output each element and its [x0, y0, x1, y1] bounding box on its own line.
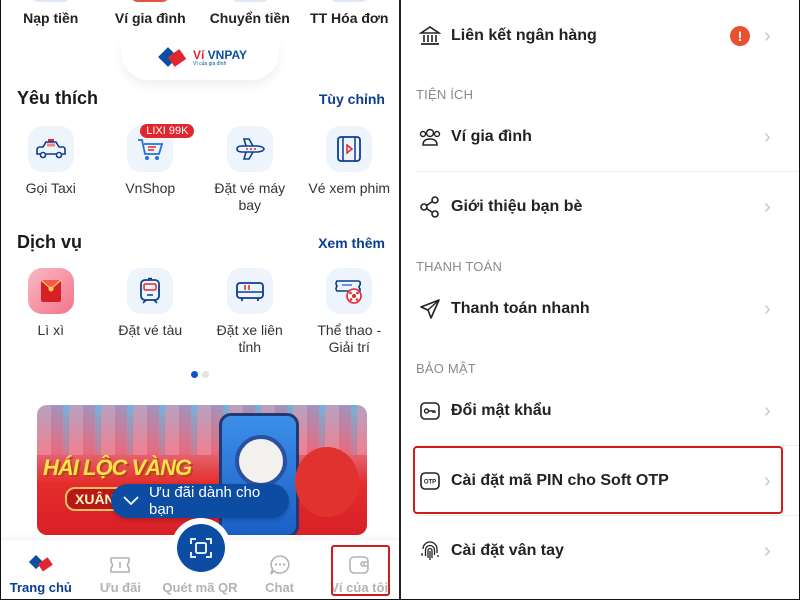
tile-label: Gọi Taxi [25, 180, 76, 196]
page-dot[interactable] [202, 371, 209, 378]
fingerprint-icon [415, 540, 445, 562]
menu-item-quick-pay[interactable]: Thanh toán nhanh › [401, 279, 799, 339]
quick-action-transfer[interactable]: Chuyển tiền [200, 0, 300, 38]
wallet-menu-screen: Liên kết ngân hàng ! › TIỆN ÍCH Ví gia đ… [401, 0, 800, 600]
bank-icon [415, 25, 445, 47]
nav-label: Trang chủ [9, 580, 72, 595]
qr-scan-icon [190, 538, 212, 558]
airplane-icon [226, 126, 273, 172]
nav-label: Quét mã QR [162, 580, 238, 595]
nav-label: Ưu đãi [99, 580, 141, 595]
service-sports[interactable]: Thể thao - Giải trí [300, 268, 400, 356]
chevron-down-icon [123, 493, 139, 510]
quick-action-label: Chuyển tiền [209, 10, 290, 26]
taxi-icon [27, 126, 74, 172]
quick-action-label: Ví gia đình [114, 10, 186, 26]
chevron-right-icon: › [764, 24, 771, 47]
chevron-right-icon: › [764, 195, 771, 218]
menu-item-label: Thanh toán nhanh [451, 300, 590, 317]
tile-label: Thể thao - Giải trí [317, 322, 382, 355]
favorite-vnshop[interactable]: LIXI 99K VnShop [101, 124, 201, 214]
menu-item-label: Đổi mật khẩu [451, 402, 552, 419]
tile-label: Lì xì [37, 322, 64, 338]
logo-brand: VNPAY [207, 48, 248, 62]
tile-label: VnShop [125, 180, 176, 196]
menu-item-label: Liên kết ngân hàng [451, 27, 597, 44]
promo-badge: LIXI 99K [140, 124, 195, 138]
bus-icon [226, 268, 273, 314]
favorites-grid: Gọi Taxi LIXI 99K VnShop Đặt vé máy bay [1, 124, 400, 214]
menu-item-label: Giới thiệu bạn bè [451, 198, 583, 215]
alert-badge: ! [730, 26, 750, 46]
services-title: Dịch vụ [17, 232, 83, 252]
nav-offers[interactable]: Ưu đãi [81, 540, 161, 599]
offers-for-you-label: Ưu đãi dành cho bạn [149, 484, 261, 518]
banner-mascot-graphic [235, 435, 287, 487]
scan-qr-button[interactable] [177, 524, 225, 572]
divider [416, 515, 799, 516]
menu-item-family-wallet[interactable]: Ví gia đình › [401, 107, 799, 167]
divider [416, 171, 799, 172]
quick-action-bill-payment[interactable]: TT Hóa đơn [300, 0, 400, 38]
nav-chat[interactable]: Chat [240, 540, 320, 599]
services-grid: Lì xì Đặt vé tàu Đặt xe liên tỉnh Thể th… [1, 268, 399, 356]
family-icon [415, 126, 445, 148]
tile-label: Đặt xe liên tỉnh [216, 322, 283, 355]
tile-label: Vé xem phim [308, 180, 391, 196]
key-icon [415, 400, 445, 422]
menu-item-label: Ví gia đình [451, 128, 532, 145]
vnpay-logo-mark-icon [158, 47, 187, 68]
chat-icon [269, 554, 291, 576]
service-lixi[interactable]: Lì xì [1, 268, 101, 356]
logo-prefix: Ví [193, 48, 208, 62]
see-more-link[interactable]: Xem thêm [318, 235, 385, 251]
banner-lucky-bag-graphic [295, 447, 359, 517]
chevron-right-icon: › [764, 539, 771, 562]
favorites-title: Yêu thích [17, 88, 99, 108]
wallet-highlight-box [331, 545, 390, 596]
quick-actions-bar: Nạp tiền Ví gia đình Chuyển tiền TT Hóa … [1, 0, 399, 38]
section-header-utilities: TIỆN ÍCH [416, 87, 474, 102]
chevron-right-icon: › [764, 125, 771, 148]
favorite-movie[interactable]: Vé xem phim [300, 126, 400, 214]
service-train[interactable]: Đặt vé tàu [101, 268, 201, 356]
chevron-right-icon: › [764, 297, 771, 320]
tile-label: Đặt vé máy bay [214, 180, 286, 213]
screenshot-composite: Nạp tiền Ví gia đình Chuyển tiền TT Hóa … [0, 0, 800, 600]
home-logo-icon [28, 554, 54, 576]
red-envelope-icon [27, 268, 74, 314]
share-icon [415, 196, 445, 218]
page-dot-active[interactable] [191, 371, 198, 378]
quick-action-label: Nạp tiền [23, 10, 79, 26]
section-header-payment: THANH TOÁN [416, 259, 503, 274]
menu-item-label: Cài đặt vân tay [451, 542, 564, 559]
quick-action-label: TT Hóa đơn [310, 10, 389, 26]
menu-item-fingerprint[interactable]: Cài đặt vân tay › [401, 521, 799, 581]
service-bus[interactable]: Đặt xe liên tỉnh [200, 268, 300, 356]
favorite-taxi[interactable]: Gọi Taxi [1, 126, 101, 214]
nav-home[interactable]: Trang chủ [1, 540, 81, 599]
menu-item-refer-friends[interactable]: Giới thiệu bạn bè › [401, 177, 799, 237]
menu-item-change-password[interactable]: Đổi mật khẩu › [401, 381, 799, 441]
home-screen: Nạp tiền Ví gia đình Chuyển tiền TT Hóa … [0, 0, 399, 600]
offers-for-you-button[interactable]: Ưu đãi dành cho bạn [111, 484, 289, 518]
section-header-security: BẢO MẬT [416, 361, 476, 376]
nav-label: Chat [265, 580, 295, 595]
voucher-icon [109, 554, 131, 576]
page-indicator [191, 371, 209, 378]
favorite-flight[interactable]: Đặt vé máy bay [200, 126, 300, 214]
banner-headline: HÁI LỘC VÀNG [43, 455, 192, 480]
tile-label: Đặt vé tàu [118, 322, 183, 338]
train-icon [127, 268, 174, 314]
sports-ticket-icon [326, 268, 373, 314]
customize-link[interactable]: Tùy chỉnh [319, 91, 385, 107]
menu-item-link-bank[interactable]: Liên kết ngân hàng ! › [401, 6, 799, 66]
otp-highlight-box [413, 446, 783, 514]
chevron-right-icon: › [764, 399, 771, 422]
film-icon [326, 126, 373, 172]
quick-action-top-up[interactable]: Nạp tiền [1, 0, 101, 38]
vnpay-logo: Ví VNPAY Ví của gia đình [158, 47, 248, 68]
quick-action-family-wallet[interactable]: Ví gia đình [101, 0, 201, 38]
send-icon [415, 298, 445, 320]
